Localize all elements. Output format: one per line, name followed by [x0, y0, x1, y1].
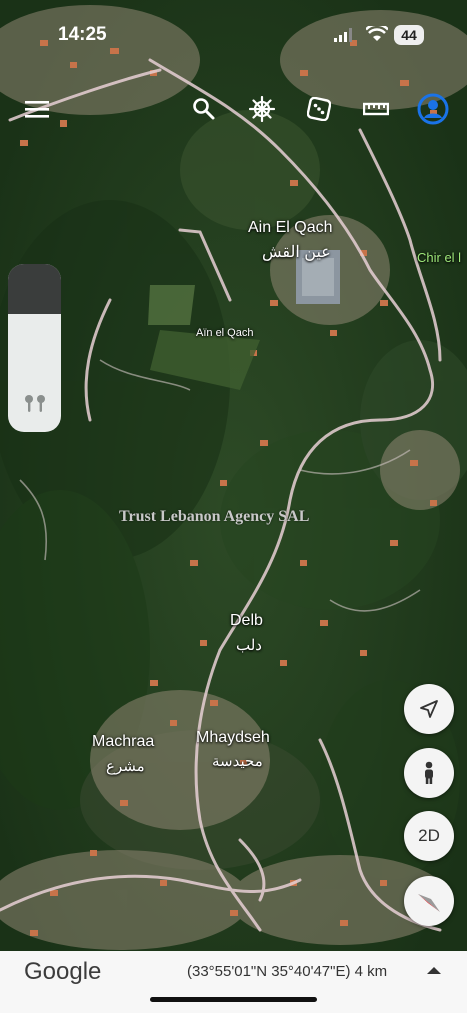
home-indicator[interactable]: [150, 997, 317, 1002]
account-button[interactable]: [416, 92, 450, 126]
view-mode-button[interactable]: 2D: [404, 811, 454, 861]
status-bar: 14:25 44: [0, 0, 467, 70]
satellite-map[interactable]: [0, 0, 467, 1013]
voyager-button[interactable]: [245, 92, 279, 126]
search-icon: [193, 98, 215, 120]
volume-overlay[interactable]: [8, 264, 61, 432]
search-button[interactable]: [187, 92, 221, 126]
my-location-button[interactable]: [404, 684, 454, 734]
place-label-machraa: Machraa: [92, 733, 155, 750]
measure-button[interactable]: [359, 92, 393, 126]
menu-button[interactable]: [20, 92, 54, 126]
google-logo: Google: [24, 958, 102, 985]
compass-icon: [418, 894, 440, 912]
status-time: 14:25: [58, 24, 107, 45]
wifi-icon: [366, 26, 388, 41]
place-label-chir-el: Chir el l: [417, 250, 462, 265]
pegman-icon: [425, 761, 433, 784]
feeling-lucky-button[interactable]: [302, 92, 336, 126]
chevron-up-icon[interactable]: [426, 965, 442, 975]
volume-level-empty: [8, 264, 61, 314]
top-toolbar: [0, 92, 467, 128]
place-label-mhaydseh-arabic: محيدسة: [212, 753, 263, 770]
earbuds-icon: [25, 395, 45, 412]
coordinates-readout: (33°55'01"N 35°40'47"E) 4 km: [187, 963, 388, 980]
location-arrow-icon: [420, 700, 438, 718]
place-label-ain-el-qach-small: Aïn el Qach: [196, 327, 254, 339]
place-label-mhaydseh: Mhaydseh: [196, 729, 270, 746]
account-icon: [417, 93, 449, 125]
cellular-signal-icon: [334, 28, 352, 42]
ship-wheel-icon: [249, 96, 275, 122]
place-label-ain-el-qach-arabic: عين القش: [262, 244, 331, 261]
ruler-icon: [363, 102, 389, 116]
compass-button[interactable]: [404, 876, 454, 926]
place-label-delb-arabic: دلب: [236, 637, 262, 654]
place-label-delb: Delb: [230, 612, 263, 629]
menu-icon: [25, 101, 49, 118]
street-view-button[interactable]: [404, 748, 454, 798]
place-label-machraa-arabic: مشرع: [106, 758, 145, 775]
watermark: Trust Lebanon Agency SAL: [119, 508, 310, 525]
dice-icon: [307, 97, 331, 121]
bottom-info-bar: Google (33°55'01"N 35°40'47"E) 4 km: [0, 951, 467, 1013]
place-label-ain-el-qach: Ain El Qach: [248, 219, 333, 236]
battery-indicator: 44: [394, 25, 424, 45]
